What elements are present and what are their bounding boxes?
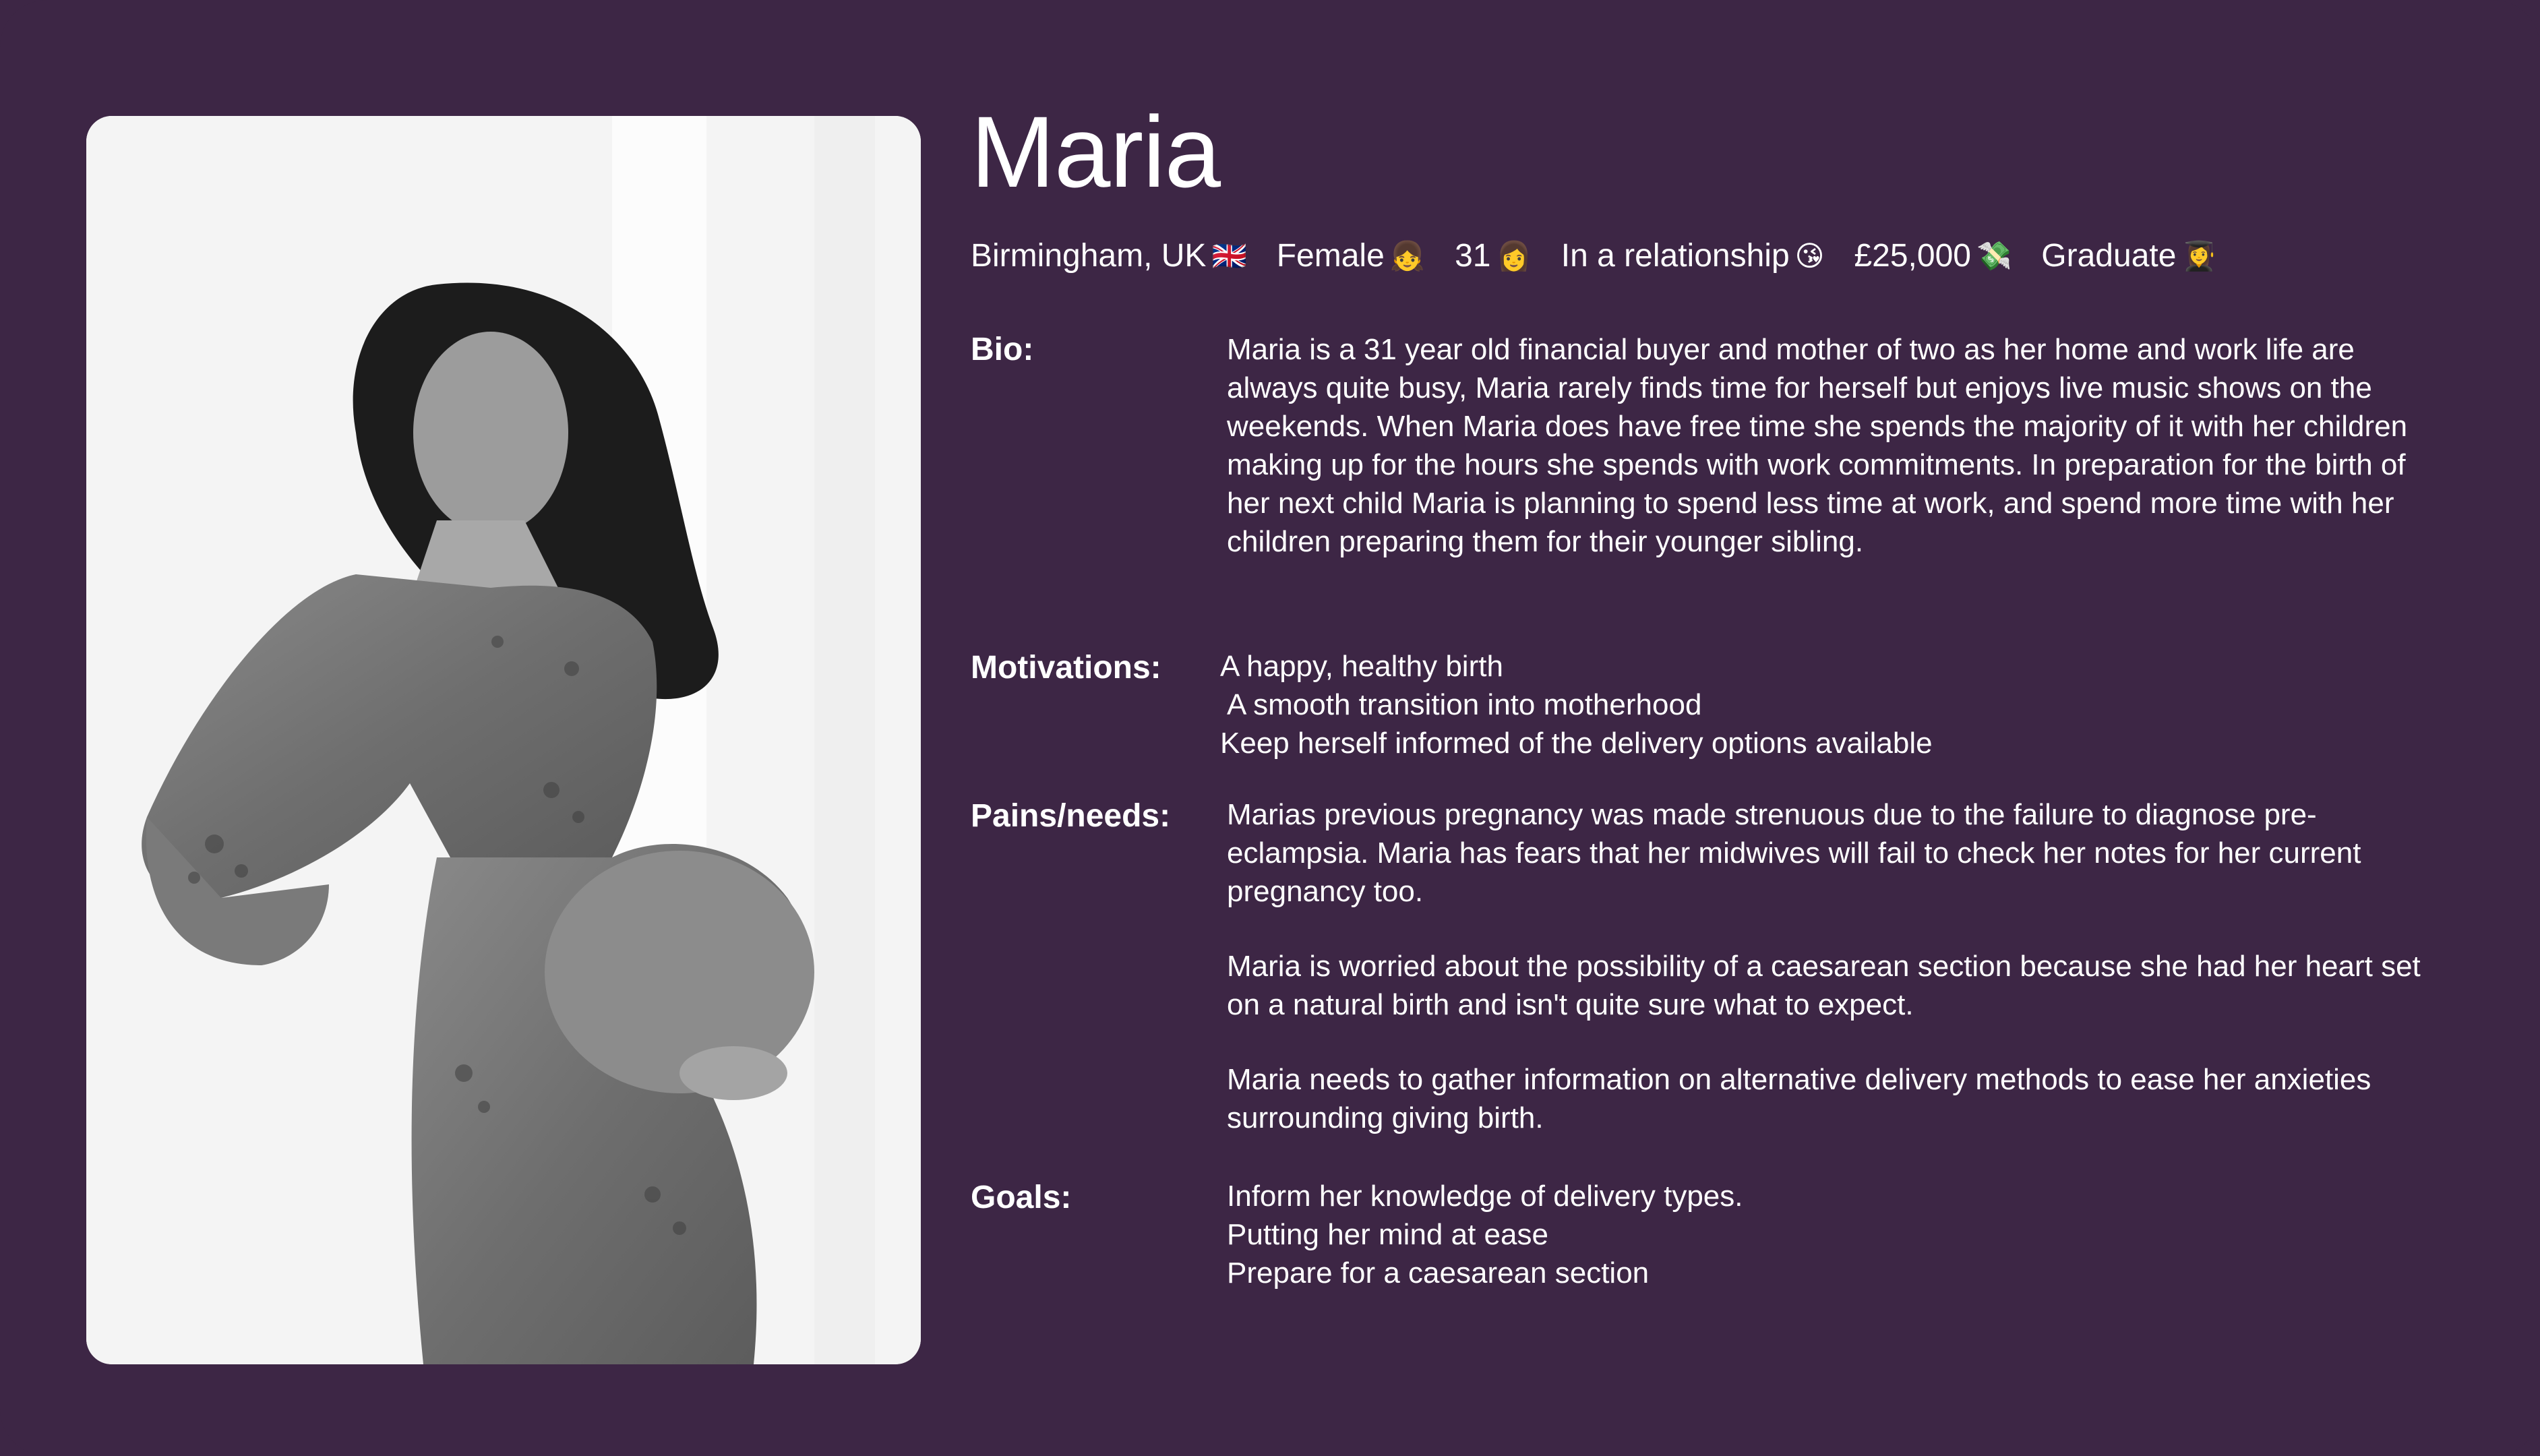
woman-icon: 👩 [1496, 239, 1532, 272]
bio-label: Bio: [971, 332, 1034, 367]
meta-location: Birmingham, UK 🇬🇧 [971, 236, 1247, 276]
goals-label: Goals: [971, 1180, 1072, 1215]
list-item: Inform her knowledge of delivery types. [1227, 1180, 1743, 1213]
list-item: Keep herself informed of the delivery op… [1220, 727, 1933, 760]
persona-meta-row: Birmingham, UK 🇬🇧 Female 👧 31 👩 In a rel… [971, 236, 2217, 276]
meta-education-text: Graduate [2041, 238, 2177, 274]
bio-text: Maria is a 31 year old financial buyer a… [1227, 333, 2408, 558]
meta-income-text: £25,000 [1854, 238, 1971, 274]
uk-flag-icon: 🇬🇧 [1211, 239, 1247, 272]
meta-gender: Female 👧 [1277, 236, 1425, 276]
girl-icon: 👧 [1389, 239, 1426, 272]
motivations-list: A happy, healthy birth A smooth transiti… [1220, 647, 2420, 762]
meta-age: 31 👩 [1455, 236, 1532, 276]
persona-card: Maria Birmingham, UK 🇬🇧 Female 👧 31 👩 In… [0, 0, 2540, 1456]
list-item: Putting her mind at ease [1227, 1218, 1548, 1251]
meta-relationship: In a relationship 😘 [1561, 236, 1825, 276]
motivations-label: Motivations: [971, 650, 1161, 686]
graduate-icon: 👩‍🎓 [2181, 239, 2217, 272]
meta-income: £25,000 💸 [1854, 236, 2012, 276]
goals-list: Inform her knowledge of delivery types. … [1227, 1177, 2427, 1292]
pains-paragraph: Marias previous pregnancy was made stren… [1227, 798, 2361, 908]
money-icon: 💸 [1976, 239, 2012, 272]
pains-paragraph: Maria needs to gather information on alt… [1227, 1063, 2371, 1134]
pains-label: Pains/needs: [971, 798, 1171, 834]
persona-name: Maria [971, 95, 1221, 208]
list-item: A smooth transition into motherhood [1227, 688, 1702, 721]
persona-photo [86, 116, 921, 1364]
list-item: A happy, healthy birth [1220, 650, 1503, 683]
pains-text: Marias previous pregnancy was made stren… [1227, 795, 2427, 1174]
kiss-face-icon: 😘 [1794, 239, 1825, 272]
meta-education: Graduate 👩‍🎓 [2041, 236, 2216, 276]
list-item: Prepare for a caesarean section [1227, 1256, 1650, 1290]
meta-age-text: 31 [1455, 238, 1491, 274]
pregnant-woman-photo-illustration [86, 116, 921, 1364]
meta-location-text: Birmingham, UK [971, 238, 1207, 274]
meta-relationship-text: In a relationship [1561, 238, 1790, 274]
meta-gender-text: Female [1276, 238, 1385, 274]
pains-paragraph: Maria is worried about the possibility o… [1227, 950, 2421, 1021]
